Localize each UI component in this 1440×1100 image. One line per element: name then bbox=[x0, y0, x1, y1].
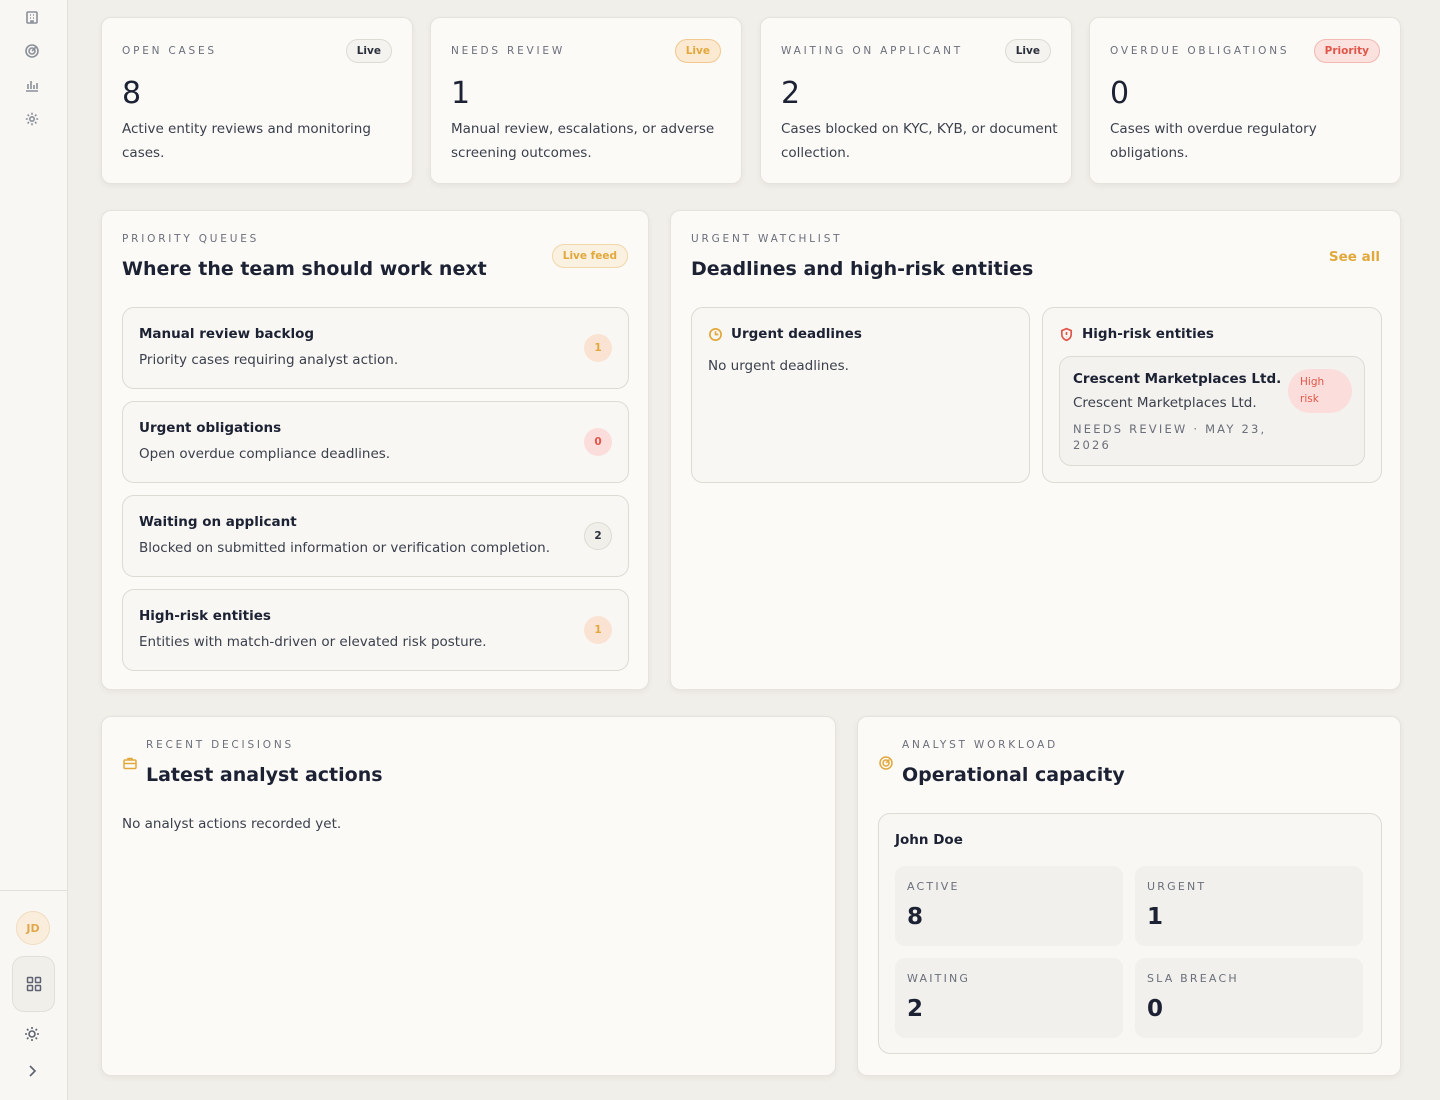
metric-label: ACTIVE bbox=[907, 880, 960, 893]
section-eyebrow: RECENT DECISIONS bbox=[146, 739, 294, 751]
queue-count: 2 bbox=[584, 522, 612, 550]
queue-count: 1 bbox=[584, 334, 612, 362]
entity-subtitle: Crescent Marketplaces Ltd. bbox=[1073, 395, 1257, 411]
metric-label: URGENT bbox=[1147, 880, 1207, 893]
metric-waiting: WAITING 2 bbox=[895, 958, 1123, 1038]
section-eyebrow: URGENT WATCHLIST bbox=[691, 233, 843, 245]
high-risk-badge: High risk bbox=[1288, 369, 1352, 413]
panel-title: Urgent deadlines bbox=[731, 326, 862, 342]
sun-icon[interactable] bbox=[24, 1026, 40, 1042]
queue-title: Urgent obligations bbox=[139, 420, 282, 436]
status-badge: Live bbox=[1004, 39, 1051, 63]
briefcase-icon bbox=[122, 755, 138, 771]
apps-grid-button[interactable] bbox=[12, 956, 55, 1012]
entity-meta: NEEDS REVIEW · MAY 23, 2026 bbox=[1073, 422, 1267, 452]
metric-value: 8 bbox=[907, 904, 924, 930]
radar-icon[interactable] bbox=[24, 43, 40, 59]
building-icon[interactable] bbox=[24, 9, 40, 25]
section-title: Latest analyst actions bbox=[146, 764, 383, 786]
metric-value: 1 bbox=[1147, 904, 1164, 930]
analyst-panel: John Doe ACTIVE 8 URGENT 1 WAITING 2 SLA… bbox=[878, 813, 1382, 1054]
status-badge: Live bbox=[345, 39, 392, 63]
sidebar-divider bbox=[0, 890, 67, 891]
stat-desc: Active entity reviews and monitoring cas… bbox=[122, 121, 371, 161]
stat-label: OPEN CASES bbox=[122, 45, 217, 57]
urgent-deadlines-panel: Urgent deadlines No urgent deadlines. bbox=[691, 307, 1030, 483]
stat-value: 8 bbox=[122, 76, 142, 111]
stat-card-overdue-obligations: OVERDUE OBLIGATIONS Priority 0 Cases wit… bbox=[1089, 17, 1401, 184]
section-title: Deadlines and high-risk entities bbox=[691, 258, 1034, 280]
recent-decisions-card: RECENT DECISIONS Latest analyst actions … bbox=[101, 716, 836, 1076]
stat-desc: Manual review, escalations, or adverse s… bbox=[451, 121, 715, 161]
analyst-name: John Doe bbox=[895, 832, 963, 848]
queue-urgent-obligations[interactable]: Urgent obligations Open overdue complian… bbox=[122, 401, 629, 483]
queue-desc: Entities with match-driven or elevated r… bbox=[139, 634, 487, 650]
chart-icon[interactable] bbox=[24, 77, 40, 93]
queue-high-risk-entities[interactable]: High-risk entities Entities with match-d… bbox=[122, 589, 629, 671]
section-title: Where the team should work next bbox=[122, 258, 487, 280]
queue-title: Waiting on applicant bbox=[139, 514, 297, 530]
queue-desc: Priority cases requiring analyst action. bbox=[139, 352, 399, 368]
stat-desc: Cases with overdue regulatory obligation… bbox=[1110, 121, 1317, 161]
panel-title: High-risk entities bbox=[1082, 326, 1214, 342]
high-risk-entities-panel: High-risk entities Crescent Marketplaces… bbox=[1042, 307, 1382, 483]
stat-label: OVERDUE OBLIGATIONS bbox=[1110, 45, 1290, 57]
shield-alert-icon bbox=[1060, 327, 1073, 341]
urgent-watchlist-card: URGENT WATCHLIST Deadlines and high-risk… bbox=[670, 210, 1401, 690]
gauge-icon bbox=[878, 755, 894, 771]
queue-count: 1 bbox=[584, 616, 612, 644]
stat-card-waiting-on-applicant: WAITING ON APPLICANT Live 2 Cases blocke… bbox=[760, 17, 1072, 184]
section-eyebrow: ANALYST WORKLOAD bbox=[902, 739, 1058, 751]
analyst-workload-card: ANALYST WORKLOAD Operational capacity Jo… bbox=[857, 716, 1401, 1076]
section-eyebrow: PRIORITY QUEUES bbox=[122, 233, 260, 245]
metric-label: WAITING bbox=[907, 972, 971, 985]
grid-icon bbox=[26, 976, 41, 992]
stat-card-open-cases: OPEN CASES Live 8 Active entity reviews … bbox=[101, 17, 413, 184]
entity-row[interactable]: Crescent Marketplaces Ltd. Crescent Mark… bbox=[1059, 356, 1365, 466]
section-title: Operational capacity bbox=[902, 764, 1125, 786]
empty-state: No urgent deadlines. bbox=[708, 358, 849, 374]
metric-urgent: URGENT 1 bbox=[1135, 866, 1363, 946]
queue-title: High-risk entities bbox=[139, 608, 271, 624]
queue-desc: Open overdue compliance deadlines. bbox=[139, 446, 391, 462]
status-badge: Priority bbox=[1313, 39, 1380, 63]
clock-icon bbox=[709, 327, 722, 341]
metric-active: ACTIVE 8 bbox=[895, 866, 1123, 946]
queue-desc: Blocked on submitted information or veri… bbox=[139, 540, 550, 556]
metric-value: 2 bbox=[907, 996, 924, 1022]
stat-label: WAITING ON APPLICANT bbox=[781, 45, 963, 57]
metric-label: SLA BREACH bbox=[1147, 972, 1239, 985]
queue-title: Manual review backlog bbox=[139, 326, 315, 342]
queue-manual-review-backlog[interactable]: Manual review backlog Priority cases req… bbox=[122, 307, 629, 389]
live-feed-badge: Live feed bbox=[551, 244, 628, 268]
metric-value: 0 bbox=[1147, 996, 1164, 1022]
sidebar: JD bbox=[0, 0, 68, 1100]
metric-sla-breach: SLA BREACH 0 bbox=[1135, 958, 1363, 1038]
empty-state: No analyst actions recorded yet. bbox=[122, 816, 342, 832]
stat-value: 0 bbox=[1110, 76, 1130, 111]
entity-name: Crescent Marketplaces Ltd. bbox=[1073, 371, 1282, 387]
queue-waiting-on-applicant[interactable]: Waiting on applicant Blocked on submitte… bbox=[122, 495, 629, 577]
avatar[interactable]: JD bbox=[16, 911, 50, 945]
stat-value: 2 bbox=[781, 76, 801, 111]
queue-count: 0 bbox=[584, 428, 612, 456]
gear-icon[interactable] bbox=[24, 111, 40, 127]
stat-label: NEEDS REVIEW bbox=[451, 45, 566, 57]
status-badge: Live bbox=[674, 39, 721, 63]
stat-value: 1 bbox=[451, 76, 471, 111]
chevron-right-icon[interactable] bbox=[24, 1063, 40, 1079]
stat-desc: Cases blocked on KYC, KYB, or document c… bbox=[781, 121, 1058, 161]
stat-card-needs-review: NEEDS REVIEW Live 1 Manual review, escal… bbox=[430, 17, 742, 184]
see-all-link[interactable]: See all bbox=[1329, 249, 1380, 265]
priority-queues-card: PRIORITY QUEUES Where the team should wo… bbox=[101, 210, 649, 690]
